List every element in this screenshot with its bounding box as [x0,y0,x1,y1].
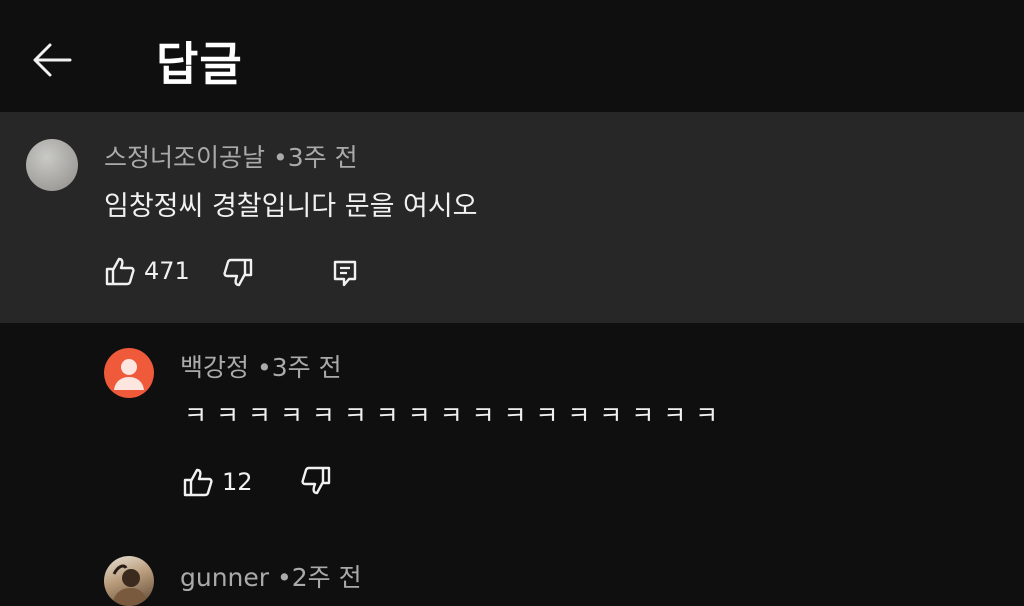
comment-text: 임창정씨 경찰입니다 문을 여시오 [104,191,478,222]
avatar[interactable] [26,139,78,191]
like-count: 471 [144,257,190,285]
comment-time: 2주 전 [291,563,362,592]
comment-meta: 백강정 •3주 전 [180,348,342,384]
meta-separator: • [272,143,288,172]
parent-comment: 스정너조이공날 •3주 전 임창정씨 경찰입니다 문을 여시오 471 [0,112,1024,323]
thumbs-down-icon [223,258,253,287]
like-button[interactable]: 12 [182,467,253,497]
page-title: 답글 [156,37,243,91]
dislike-button[interactable] [222,258,254,288]
thumbs-up-icon [105,257,135,286]
author-name[interactable]: 백강정 [180,353,249,382]
reply-button[interactable] [332,259,358,291]
like-button[interactable]: 471 [104,256,190,286]
like-count: 12 [222,468,253,496]
author-name[interactable]: gunner [180,563,269,592]
comment-text: ㅋ ㅋ ㅋ ㅋ ㅋ ㅋ ㅋ ㅋ ㅋ ㅋ ㅋ ㅋ ㅋ ㅋ ㅋ ㅋ ㅋ [184,401,719,430]
back-button[interactable] [22,36,82,84]
comment-meta: gunner •2주 전 [180,558,362,594]
thumbs-up-icon [183,468,213,497]
thumbs-down-icon [301,466,331,495]
top-bar: 답글 [0,0,1024,112]
meta-separator: • [277,563,292,592]
person-icon [114,359,144,390]
arrow-left-icon [33,43,72,77]
avatar[interactable] [104,556,154,606]
comment-time: 3주 전 [271,353,342,382]
reply-comment-icon [333,260,357,287]
comment-meta: 스정너조이공날 •3주 전 [104,138,358,174]
profile-photo-icon [112,564,148,606]
default-avatar[interactable] [104,348,154,398]
comment-time: 3주 전 [287,143,358,172]
author-name[interactable]: 스정너조이공날 [104,143,265,172]
dislike-button[interactable] [300,466,332,496]
meta-separator: • [256,353,272,382]
